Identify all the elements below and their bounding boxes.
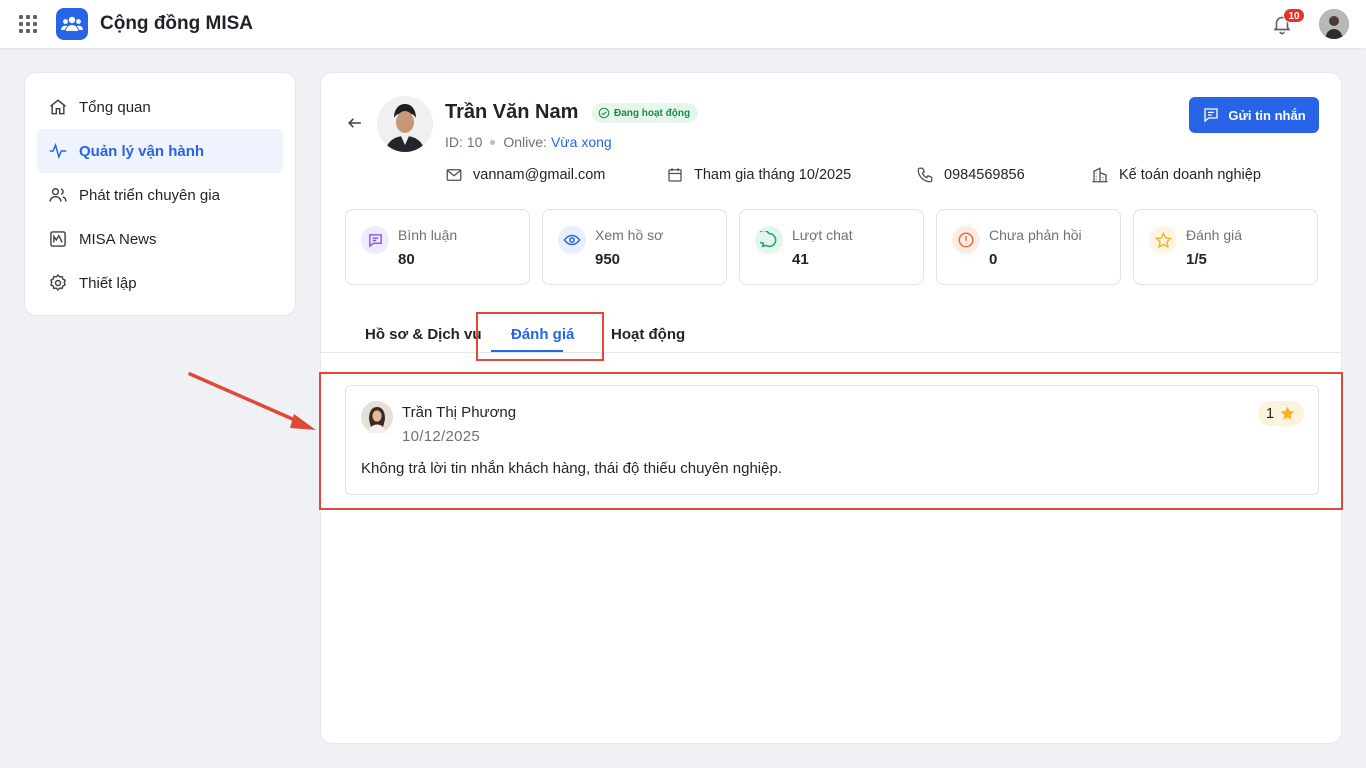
profile-meta: ID: 10 Onlive: Vừa xong — [445, 134, 612, 150]
stat-card-unanswered: Chưa phản hồi 0 — [936, 209, 1121, 285]
profile-panel: Trần Văn Nam Đang hoạt động ID: 10 Onliv… — [319, 72, 1343, 744]
annotation-arrow — [188, 372, 316, 430]
stat-value: 41 — [792, 251, 809, 268]
reviewer-avatar — [361, 401, 393, 433]
misa-community-logo[interactable] — [56, 8, 88, 40]
separator-dot — [490, 139, 496, 145]
send-message-button[interactable]: Gửi tin nhắn — [1189, 97, 1319, 133]
sidebar-item-overview[interactable]: Tổng quan — [37, 85, 283, 129]
alert-icon — [952, 226, 980, 254]
user-avatar[interactable] — [1319, 9, 1349, 39]
sidebar: Tổng quan Quản lý vận hành Phát triển ch… — [24, 72, 296, 316]
stat-value: 0 — [989, 251, 998, 268]
chat-icon — [755, 226, 783, 254]
joined-info: Tham gia tháng 10/2025 — [666, 165, 851, 185]
stat-label: Chưa phản hồi — [989, 227, 1082, 243]
stat-card-chats: Lượt chat 41 — [739, 209, 924, 285]
role-text: Kế toán doanh nghiệp — [1119, 167, 1261, 183]
stat-value: 1/5 — [1186, 251, 1207, 268]
send-message-label: Gửi tin nhắn — [1228, 107, 1306, 123]
check-circle-icon — [598, 107, 610, 119]
stat-value: 950 — [595, 251, 621, 268]
sidebar-item-label: Thiết lập — [79, 274, 137, 292]
sidebar-item-label: Quản lý vận hành — [79, 142, 205, 160]
review-rating-value: 1 — [1265, 405, 1275, 422]
email-text: vannam@gmail.com — [473, 167, 606, 183]
home-icon — [47, 96, 69, 118]
profile-avatar — [377, 96, 433, 152]
tab-highlight-box — [476, 312, 604, 361]
review-text: Không trả lời tin nhắn khách hàng, thái … — [361, 460, 782, 477]
tabs-divider — [321, 352, 1341, 353]
activity-icon — [47, 140, 69, 162]
building-icon — [1092, 167, 1108, 183]
phone-icon — [917, 167, 933, 183]
news-icon — [47, 228, 69, 250]
stat-label: Xem hồ sơ — [595, 227, 664, 243]
status-badge: Đang hoạt động — [592, 103, 699, 123]
reviewer-name: Trần Thị Phương — [402, 404, 517, 421]
review-rating-badge: 1 — [1258, 401, 1304, 426]
joined-text: Tham gia tháng 10/2025 — [694, 167, 852, 183]
notification-count-badge: 10 — [1283, 8, 1305, 23]
comment-icon — [361, 226, 389, 254]
mail-icon — [446, 169, 462, 181]
stat-card-profile-views: Xem hồ sơ 950 — [542, 209, 727, 285]
email-info: vannam@gmail.com — [445, 165, 605, 185]
tab-profile-services[interactable]: Hồ sơ & Dịch vụ — [365, 326, 482, 343]
status-text: Đang hoạt động — [614, 107, 691, 119]
online-value: Vừa xong — [550, 134, 612, 150]
sidebar-item-label: Phát triển chuyên gia — [79, 186, 220, 204]
sidebar-item-label: Tổng quan — [79, 98, 151, 116]
stat-value: 80 — [398, 251, 415, 268]
top-bar: Cộng đồng MISA 10 — [0, 0, 1366, 48]
stat-label: Lượt chat — [792, 227, 853, 243]
sidebar-item-settings[interactable]: Thiết lập — [37, 261, 283, 305]
stat-label: Đánh giá — [1186, 227, 1243, 243]
phone-info: 0984569856 — [916, 165, 1025, 185]
phone-text: 0984569856 — [944, 167, 1025, 183]
tab-activity[interactable]: Hoạt động — [611, 326, 685, 343]
review-date: 10/12/2025 — [402, 428, 481, 445]
review-card: Trần Thị Phương 10/12/2025 1 Không trả l… — [345, 385, 1319, 495]
message-icon — [1204, 108, 1219, 123]
stat-card-rating: Đánh giá 1/5 — [1133, 209, 1318, 285]
gear-icon — [47, 272, 69, 294]
sidebar-item-expert-development[interactable]: Phát triển chuyên gia — [37, 173, 283, 217]
role-info: Kế toán doanh nghiệp — [1091, 165, 1261, 185]
star-icon — [1149, 226, 1177, 254]
sidebar-item-misa-news[interactable]: MISA News — [37, 217, 283, 261]
app-title: Cộng đồng MISA — [100, 13, 254, 34]
app-grid-icon[interactable] — [19, 15, 37, 33]
profile-id: ID: 10 — [445, 134, 483, 150]
stat-card-comments: Bình luận 80 — [345, 209, 530, 285]
eye-icon — [558, 226, 586, 254]
calendar-icon — [668, 168, 682, 182]
sidebar-item-label: MISA News — [79, 230, 157, 248]
profile-name: Trần Văn Nam — [445, 101, 579, 123]
stat-label: Bình luận — [398, 227, 458, 243]
back-arrow-icon[interactable] — [345, 113, 365, 133]
star-filled-icon — [1280, 406, 1295, 420]
users-icon — [47, 184, 69, 206]
sidebar-item-operations[interactable]: Quản lý vận hành — [37, 129, 283, 173]
online-label: Onlive: — [503, 134, 547, 150]
